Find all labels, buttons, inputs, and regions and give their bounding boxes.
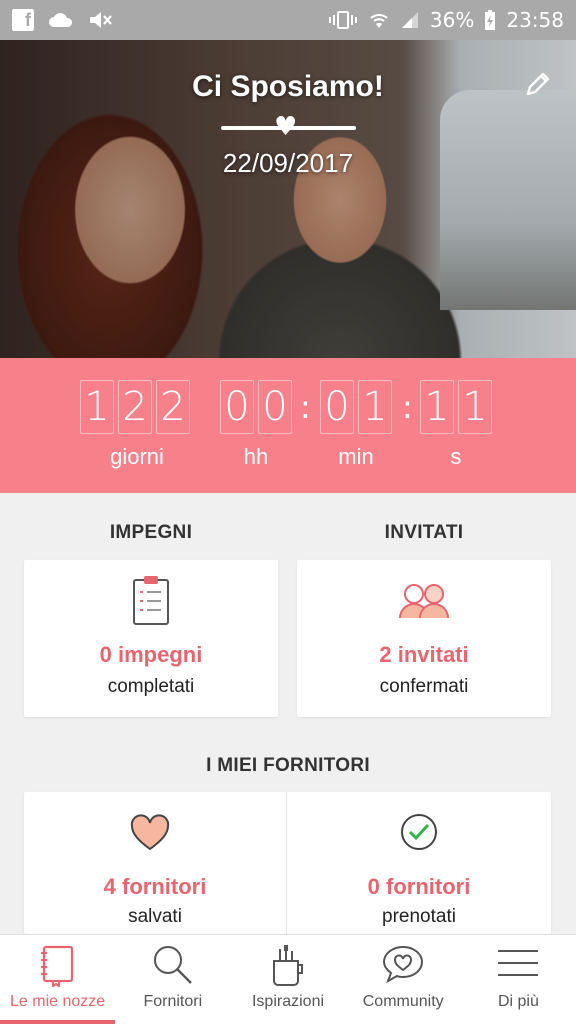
guests-count: 2 invitati xyxy=(379,642,469,667)
search-icon xyxy=(153,946,192,984)
guests-title: INVITATI xyxy=(384,522,464,543)
booked-vendors-caption: prenotati xyxy=(382,906,456,927)
vendors-title: I MIEI FORNITORI xyxy=(206,755,370,776)
vibrate-icon xyxy=(328,11,357,29)
time-separator: : xyxy=(300,388,311,426)
guests-couple-icon xyxy=(399,584,449,619)
hero-photo: Ci Sposiamo! ♥ 22/09/2017 xyxy=(0,40,576,358)
heart-icon: ♥ xyxy=(274,112,298,142)
heart-speech-bubble-icon xyxy=(383,945,424,984)
hours-digit: 0 xyxy=(220,380,254,434)
guests-card[interactable]: 2 invitati confermati xyxy=(297,560,551,717)
nav-le-mie-nozze[interactable]: Le mie nozze xyxy=(0,935,116,1024)
nav-label: Community xyxy=(362,993,444,1010)
tasks-caption: completati xyxy=(107,676,195,697)
status-bar: f 36% 23:58 xyxy=(0,0,576,40)
nav-label: Fornitori xyxy=(143,993,203,1010)
signal-icon xyxy=(401,12,418,28)
facebook-icon: f xyxy=(12,9,34,31)
nav-ispirazioni[interactable]: Ispirazioni xyxy=(230,935,345,1024)
time-separator: : xyxy=(402,388,413,426)
vendors-card: 4 fornitori salvati 0 fornitori prenotat… xyxy=(24,792,551,934)
seconds-label: s xyxy=(450,444,462,469)
notebook-icon xyxy=(40,945,73,987)
saved-vendors-count: 4 fornitori xyxy=(103,874,207,899)
bottom-nav: Le mie nozze Fornitori Ispirazioni Commu… xyxy=(0,934,576,1024)
saved-vendors-caption: salvati xyxy=(128,906,182,927)
battery-percent: 36% xyxy=(429,8,475,32)
nav-fornitori[interactable]: Fornitori xyxy=(115,935,230,1024)
hours-digits: 0 0 xyxy=(220,380,292,434)
tasks-card[interactable]: 0 impegni completati xyxy=(24,560,278,717)
seconds-digit: 1 xyxy=(458,380,492,434)
tasks-title: IMPEGNI xyxy=(109,522,193,543)
countdown-panel: 1 2 2 0 0 : 0 1 : 1 1 giorni hh min s xyxy=(0,358,576,493)
booked-vendors-count: 0 fornitori xyxy=(367,874,471,899)
booked-vendors[interactable]: 0 fornitori prenotati xyxy=(287,792,551,934)
nav-label: Di più xyxy=(497,993,539,1010)
minutes-digits: 0 1 xyxy=(320,380,392,434)
battery-charging-icon xyxy=(485,10,496,30)
seconds-digits: 1 1 xyxy=(420,380,492,434)
hours-digit: 0 xyxy=(258,380,292,434)
nav-label: Le mie nozze xyxy=(10,993,106,1010)
nav-di-piu[interactable]: Di più xyxy=(461,935,576,1024)
days-digits: 1 2 2 xyxy=(80,380,190,434)
check-circle-icon xyxy=(401,814,437,850)
minutes-digit: 0 xyxy=(320,380,354,434)
saved-vendors[interactable]: 4 fornitori salvati xyxy=(24,792,286,934)
brushes-cup-icon xyxy=(273,945,303,986)
heart-icon xyxy=(130,814,170,851)
menu-icon xyxy=(498,950,539,976)
clock: 23:58 xyxy=(506,8,564,32)
mute-icon xyxy=(90,12,112,28)
minutes-digit: 1 xyxy=(358,380,392,434)
cloud-icon xyxy=(49,13,73,27)
hero-title: Ci Sposiamo! xyxy=(192,70,384,103)
days-label: giorni xyxy=(110,444,164,469)
tasks-count: 0 impegni xyxy=(99,642,203,667)
days-digit: 2 xyxy=(156,380,190,434)
days-digit: 1 xyxy=(80,380,114,434)
days-digit: 2 xyxy=(118,380,152,434)
clipboard-checklist-icon xyxy=(133,576,169,625)
seconds-digit: 1 xyxy=(420,380,454,434)
nav-community[interactable]: Community xyxy=(346,935,461,1024)
guests-caption: confermati xyxy=(379,676,469,697)
hours-label: hh xyxy=(243,444,269,469)
wedding-date: 22/09/2017 xyxy=(222,148,354,178)
edit-pencil-icon[interactable] xyxy=(522,68,554,100)
nav-label: Ispirazioni xyxy=(251,993,325,1010)
minutes-label: min xyxy=(338,444,374,469)
wifi-icon xyxy=(370,14,388,28)
